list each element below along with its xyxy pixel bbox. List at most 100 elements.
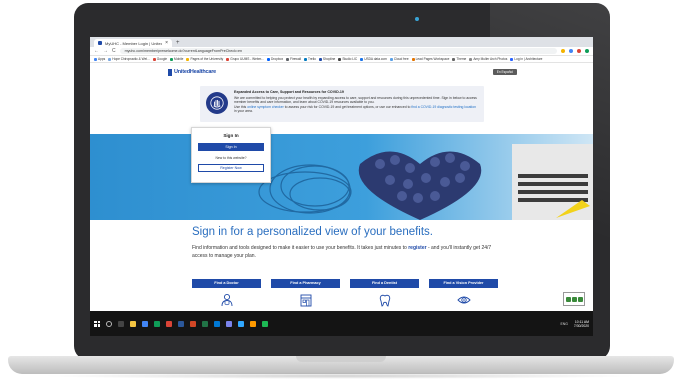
register-now-button[interactable]: Register Now	[198, 164, 264, 172]
bookmark-item[interactable]: Grupo UUMS - Webm...	[226, 57, 264, 61]
page-headline: Sign in for a personalized view of your …	[192, 226, 433, 238]
bookmark-item[interactable]: Trello	[304, 57, 316, 61]
app-icon[interactable]	[166, 320, 172, 327]
system-clock[interactable]: 10:11 AM 7/30/2020	[574, 320, 589, 328]
tab-close-icon[interactable]: ×	[165, 40, 168, 46]
alert-body: Expanded Access to Care, Support and Res…	[234, 90, 478, 118]
bookmark-label: Google	[156, 57, 168, 61]
uhc-logo[interactable]: UnitedHealthcare	[168, 68, 217, 76]
bookmark-favicon-icon	[338, 57, 342, 61]
photoshop-icon[interactable]	[238, 320, 244, 327]
bookmark-item[interactable]: Apps	[94, 57, 105, 61]
clock-time: 10:11 AM	[574, 319, 589, 324]
profile-avatar[interactable]	[585, 49, 589, 53]
word-icon[interactable]	[178, 320, 184, 327]
favicon-icon	[98, 41, 102, 45]
doctor-icon	[192, 288, 261, 307]
bookmark-favicon-icon	[318, 57, 322, 61]
browser-tab[interactable]: MyUHC - Member Login | United... ×	[94, 39, 172, 47]
bookmark-label: Log in | Architecture	[514, 57, 543, 61]
reload-button[interactable]: C	[112, 48, 116, 54]
sign-in-card: Sign In Sign In New to this website? Reg…	[191, 127, 271, 183]
alert-text: Use this	[234, 104, 248, 109]
teams-icon[interactable]	[226, 320, 232, 327]
bookmark-item[interactable]: Lead Pages Workspace	[411, 57, 449, 61]
bookmark-favicon-icon	[510, 57, 514, 61]
logo-mark-icon	[168, 68, 172, 76]
testing-location-link[interactable]: find a COVID-19 diagnostic testing locat…	[411, 105, 476, 109]
sign-in-button[interactable]: Sign In	[198, 143, 264, 151]
tooth-icon	[350, 288, 419, 307]
bookmarks-bar: Apps Hope Chiropractic & Wel... Google Mobi…	[90, 56, 593, 63]
bookmark-favicon-icon	[469, 57, 473, 61]
bookmark-label: Amy Muller Arch Photos	[473, 57, 508, 61]
bookmark-item[interactable]: Pages of the University	[186, 57, 223, 61]
bookmark-item[interactable]: Dropbox	[267, 57, 283, 61]
bookmark-favicon-icon	[94, 57, 97, 61]
bookmark-item[interactable]: Mobile	[170, 57, 183, 61]
quick-links: Find a Doctor Find a Pharmacy Find a Den…	[192, 279, 498, 307]
windows-start-icon[interactable]	[94, 320, 100, 327]
alert-title: Expanded Access to Care, Support and Res…	[234, 90, 344, 94]
clock-date: 7/30/2020	[573, 323, 589, 328]
find-pharmacy-card[interactable]: Find a Pharmacy	[271, 279, 340, 307]
excel-icon[interactable]	[202, 320, 208, 327]
card-title: Find a Dentist	[350, 279, 419, 288]
find-vision-provider-card[interactable]: Find a Vision Provider	[429, 279, 498, 307]
bookmark-item[interactable]: Shopline	[318, 57, 335, 61]
eye-icon	[429, 288, 498, 307]
alert-text: to assess your risk for COVID-19 and get…	[283, 104, 412, 109]
windows-taskbar: ENG 10:11 AM 7/30/2020	[90, 311, 593, 336]
chat-icon	[577, 296, 583, 302]
find-dentist-card[interactable]: Find a Dentist	[350, 279, 419, 307]
extension-icon[interactable]	[569, 49, 573, 53]
back-button[interactable]: ←	[94, 48, 99, 54]
forward-button[interactable]: →	[103, 48, 108, 54]
outlook-icon[interactable]	[214, 320, 220, 327]
task-view-icon[interactable]	[118, 320, 124, 327]
intro-text: Find information and tools designed to m…	[192, 245, 492, 260]
app-icon[interactable]	[154, 320, 160, 327]
find-doctor-card[interactable]: Find a Doctor	[192, 279, 261, 307]
site-header: UnitedHealthcare En Español	[90, 64, 593, 80]
extension-icon[interactable]	[577, 49, 581, 53]
symptom-checker-link[interactable]: online symptom checker	[247, 105, 284, 109]
bookmark-item[interactable]: Studio LIC	[338, 57, 357, 61]
illustrator-icon[interactable]	[250, 320, 256, 327]
chat-widget[interactable]	[563, 292, 585, 306]
bookmark-label: Studio LIC	[342, 57, 358, 61]
language-button[interactable]: En Español	[492, 69, 517, 75]
hero-image	[90, 134, 593, 220]
bookmark-label: USDA data.com	[364, 57, 387, 61]
address-bar[interactable]: myuhc.com/member/prewelcome.do?currentLa…	[119, 48, 557, 54]
hero-banner	[90, 134, 593, 220]
bookmark-item[interactable]: Firewall	[286, 57, 301, 61]
powerpoint-icon[interactable]	[190, 320, 196, 327]
app-icon[interactable]	[262, 320, 268, 327]
card-title: Find a Pharmacy	[271, 279, 340, 288]
covid-alert: Expanded Access to Care, Support and Res…	[200, 86, 484, 122]
file-explorer-icon[interactable]	[130, 320, 136, 327]
bookmark-item[interactable]: Log in | Architecture	[510, 57, 542, 61]
new-to-site-text: New to this website?	[215, 156, 247, 160]
new-tab-button[interactable]: +	[176, 39, 180, 47]
bookmark-item[interactable]: Theme	[452, 57, 466, 61]
language-indicator[interactable]: ENG	[561, 322, 568, 326]
search-icon[interactable]	[106, 320, 112, 327]
bookmark-item[interactable]: Cloud free	[389, 57, 409, 61]
logo-text: UnitedHealthcare	[174, 69, 217, 75]
bookmark-label: Grupo UUMS - Webm...	[230, 57, 264, 61]
bookmark-label: Hope Chiropractic & Wel...	[112, 57, 150, 61]
bookmark-favicon-icon	[267, 57, 270, 61]
bookmark-item[interactable]: USDA data.com	[360, 57, 387, 61]
bookmark-item[interactable]: Hope Chiropractic & Wel...	[108, 57, 150, 61]
bookmark-item[interactable]: Amy Muller Arch Photos	[469, 57, 507, 61]
chrome-icon[interactable]	[142, 320, 148, 327]
laptop-shadow	[40, 373, 640, 379]
register-link[interactable]: register	[408, 245, 426, 251]
bookmark-item[interactable]: Google	[152, 57, 168, 61]
bookmark-favicon-icon	[108, 57, 112, 61]
extension-icon[interactable]	[561, 49, 565, 53]
bookmark-label: Cloud free	[393, 57, 409, 61]
camera-icon	[415, 17, 419, 21]
